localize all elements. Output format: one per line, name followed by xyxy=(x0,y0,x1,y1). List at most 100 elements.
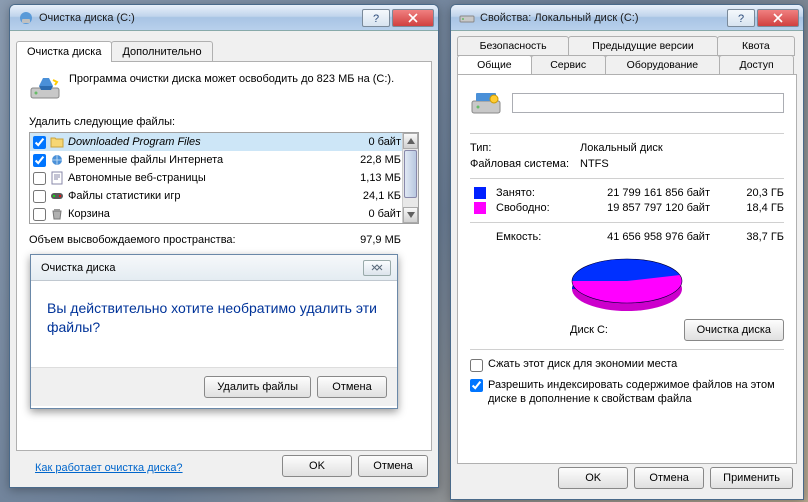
capacity-gb: 38,7 ГБ xyxy=(728,231,784,243)
file-row[interactable]: Корзина 0 байт xyxy=(30,205,418,223)
file-checkbox[interactable] xyxy=(33,172,46,185)
capacity-row: Емкость: 41 656 958 976 байт 38,7 ГБ xyxy=(470,231,784,243)
tab-additional[interactable]: Дополнительно xyxy=(111,41,212,62)
fs-row: Файловая система: NTFS xyxy=(470,158,784,170)
total-row: Объем высвобождаемого пространства: 97,9… xyxy=(29,234,419,246)
cancel-button[interactable]: Отмена xyxy=(317,376,387,398)
delete-files-button[interactable]: Удалить файлы xyxy=(204,376,311,398)
tab-quota[interactable]: Квота xyxy=(717,36,795,56)
used-label: Занято: xyxy=(496,187,574,199)
capacity-label: Емкость: xyxy=(496,231,574,243)
file-checkbox[interactable] xyxy=(33,154,46,167)
file-name: Файлы статистики игр xyxy=(68,190,355,202)
file-checkbox[interactable] xyxy=(33,190,46,203)
svg-text:?: ? xyxy=(373,13,379,23)
drive-icon xyxy=(29,72,61,104)
disk-cleanup-button[interactable]: Очистка диска xyxy=(684,319,784,341)
type-row: Тип: Локальный диск xyxy=(470,142,784,154)
general-panel: Тип: Локальный диск Файловая система: NT… xyxy=(457,74,797,464)
cleanup-description: Программа очистки диска может освободить… xyxy=(69,72,394,104)
total-value: 97,9 МБ xyxy=(360,234,401,246)
close-button[interactable] xyxy=(392,9,434,27)
used-bytes: 21 799 161 856 байт xyxy=(574,187,728,199)
file-list: Downloaded Program Files 0 байт Временны… xyxy=(29,132,419,224)
trash-icon xyxy=(50,207,64,221)
tab-cleanup[interactable]: Очистка диска xyxy=(16,41,112,62)
scroll-up-button[interactable] xyxy=(403,133,418,149)
tab-security[interactable]: Безопасность xyxy=(457,36,569,56)
tab-previous[interactable]: Предыдущие версии xyxy=(568,36,718,56)
disk-properties-window: Свойства: Локальный диск (C:) ? Безопасн… xyxy=(450,4,804,500)
compress-checkbox[interactable] xyxy=(470,359,483,372)
dialog-message: Вы действительно хотите необратимо удали… xyxy=(31,281,397,367)
file-name: Downloaded Program Files xyxy=(68,136,355,148)
compress-label: Сжать этот диск для экономии места xyxy=(488,358,677,370)
used-row: Занято: 21 799 161 856 байт 20,3 ГБ xyxy=(470,187,784,199)
file-row[interactable]: Временные файлы Интернета 22,8 МБ xyxy=(30,151,418,169)
window-content: Безопасность Предыдущие версии Квота Общ… xyxy=(451,31,803,470)
dialog-titlebar[interactable]: Очистка диска xyxy=(31,255,397,281)
dialog-footer: Удалить файлы Отмена xyxy=(31,367,397,406)
cancel-button[interactable]: Отмена xyxy=(634,467,704,489)
game-icon xyxy=(50,189,64,203)
close-button[interactable] xyxy=(363,260,391,276)
free-swatch xyxy=(474,202,486,214)
button-row: OK Отмена xyxy=(282,455,428,477)
help-button[interactable]: ? xyxy=(727,9,755,27)
used-gb: 20,3 ГБ xyxy=(728,187,784,199)
file-checkbox[interactable] xyxy=(33,136,46,149)
drive-icon xyxy=(470,87,502,119)
file-row[interactable]: Файлы статистики игр 24,1 КБ xyxy=(30,187,418,205)
page-icon xyxy=(50,171,64,185)
drive-icon xyxy=(459,10,475,26)
type-label: Тип: xyxy=(470,142,580,154)
apply-button[interactable]: Применить xyxy=(710,467,793,489)
ok-button[interactable]: OK xyxy=(282,455,352,477)
file-name: Корзина xyxy=(68,208,355,220)
fs-value: NTFS xyxy=(580,158,609,170)
compress-row: Сжать этот диск для экономии места xyxy=(470,358,784,372)
index-checkbox[interactable] xyxy=(470,379,483,392)
tab-bar: Очистка диска Дополнительно xyxy=(16,41,432,62)
button-row: OK Отмена Применить xyxy=(558,467,793,489)
file-checkbox[interactable] xyxy=(33,208,46,221)
tab-row-top: Безопасность Предыдущие версии Квота xyxy=(457,37,797,56)
close-button[interactable] xyxy=(757,9,799,27)
file-name: Временные файлы Интернета xyxy=(68,154,355,166)
titlebar[interactable]: Свойства: Локальный диск (C:) ? xyxy=(451,5,803,31)
help-link[interactable]: Как работает очистка диска? xyxy=(35,462,183,474)
used-swatch xyxy=(474,187,486,199)
confirm-dialog: Очистка диска Вы действительно хотите не… xyxy=(30,254,398,409)
pie-chart xyxy=(562,253,692,315)
file-row[interactable]: Downloaded Program Files 0 байт xyxy=(30,133,418,151)
window-title: Свойства: Локальный диск (C:) xyxy=(480,12,725,24)
ok-button[interactable]: OK xyxy=(558,467,628,489)
disk-label-row: Диск C: Очистка диска xyxy=(470,319,784,341)
description-row: Программа очистки диска может освободить… xyxy=(29,72,419,104)
titlebar[interactable]: Очистка диска (C:) ? xyxy=(10,5,438,31)
free-bytes: 19 857 797 120 байт xyxy=(574,202,728,214)
tab-hardware[interactable]: Оборудование xyxy=(605,55,721,75)
total-label: Объем высвобождаемого пространства: xyxy=(29,234,236,246)
tab-tools[interactable]: Сервис xyxy=(531,55,606,75)
fs-label: Файловая система: xyxy=(470,158,580,170)
window-title: Очистка диска (C:) xyxy=(39,12,360,24)
free-label: Свободно: xyxy=(496,202,574,214)
tab-general[interactable]: Общие xyxy=(457,55,532,75)
free-gb: 18,4 ГБ xyxy=(728,202,784,214)
scroll-thumb[interactable] xyxy=(404,150,417,198)
index-label: Разрешить индексировать содержимое файло… xyxy=(488,378,784,407)
help-button[interactable]: ? xyxy=(362,9,390,27)
scrollbar[interactable] xyxy=(402,133,418,223)
scroll-down-button[interactable] xyxy=(403,207,418,223)
index-row: Разрешить индексировать содержимое файло… xyxy=(470,378,784,407)
volume-label-input[interactable] xyxy=(512,93,784,113)
folder-icon xyxy=(50,135,64,149)
cancel-button[interactable]: Отмена xyxy=(358,455,428,477)
dialog-title: Очистка диска xyxy=(41,262,363,274)
disk-label: Диск C: xyxy=(570,324,608,336)
file-row[interactable]: Автономные веб-страницы 1,13 МБ xyxy=(30,169,418,187)
disk-cleanup-icon xyxy=(18,10,34,26)
tab-sharing[interactable]: Доступ xyxy=(719,55,794,75)
file-name: Автономные веб-страницы xyxy=(68,172,355,184)
